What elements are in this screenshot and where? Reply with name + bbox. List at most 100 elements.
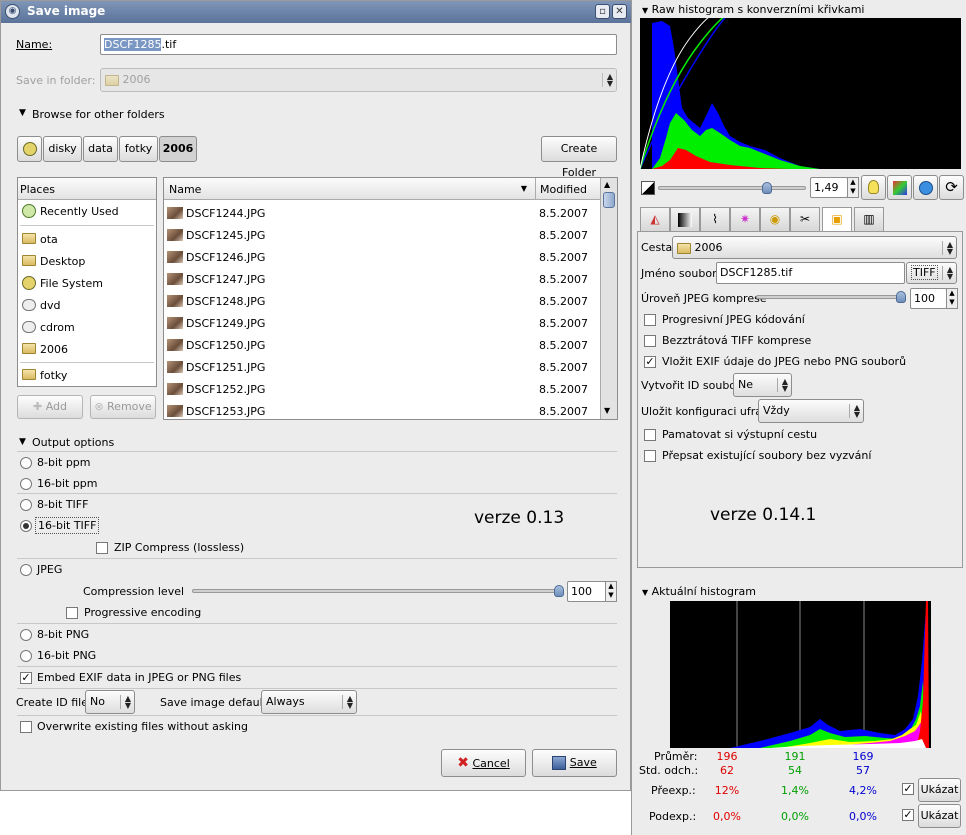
- output-options-expander[interactable]: Output options: [32, 436, 114, 449]
- jpeg-compression-slider[interactable]: [756, 295, 906, 299]
- compression-level-input[interactable]: 100: [567, 581, 607, 602]
- path-button-data[interactable]: data: [83, 136, 118, 162]
- lossless-tiff-checkbox[interactable]: [644, 335, 656, 347]
- cancel-button[interactable]: ✖ Cancel: [441, 749, 526, 777]
- remember-path-checkbox[interactable]: [644, 429, 656, 441]
- add-button[interactable]: ✚ Add: [17, 395, 83, 419]
- column-header-name[interactable]: Name ▼: [164, 178, 536, 200]
- clip-button[interactable]: [887, 175, 912, 200]
- compression-level-spinner[interactable]: ▲ ▼: [605, 581, 617, 602]
- file-row[interactable]: DSCF1250.JPG 8.5.2007: [165, 334, 601, 356]
- embed-exif-checkbox[interactable]: ✓: [20, 672, 32, 684]
- remove-button[interactable]: ⊗ Remove: [90, 395, 156, 419]
- file-row[interactable]: DSCF1246.JPG 8.5.2007: [165, 246, 601, 268]
- create-folder-button[interactable]: Create Folder: [541, 136, 617, 179]
- file-row[interactable]: DSCF1252.JPG 8.5.2007: [165, 378, 601, 400]
- exposure-spinner[interactable]: ▲ ▼: [847, 177, 859, 198]
- format-combo[interactable]: TIFF ▲ ▼: [906, 262, 957, 284]
- actual-histogram-header[interactable]: ▼ Aktuální histogram: [632, 585, 966, 601]
- file-row[interactable]: DSCF1251.JPG 8.5.2007: [165, 356, 601, 378]
- name-selected-text: DSCF1285: [104, 38, 162, 51]
- zip-compress-checkbox[interactable]: [96, 542, 108, 554]
- maximize-icon[interactable]: ▫: [595, 4, 610, 19]
- file-row[interactable]: DSCF1253.JPG 8.5.2007: [165, 400, 601, 422]
- path-button-disky[interactable]: disky: [43, 136, 82, 162]
- embed-exif-checkbox-right[interactable]: ✓: [644, 356, 656, 368]
- reset-button[interactable]: ⟳: [939, 175, 964, 200]
- create-id-combo-right[interactable]: Ne ▲ ▼: [733, 373, 792, 397]
- path-root-button[interactable]: [17, 136, 42, 162]
- disc-icon: [22, 321, 36, 333]
- save-in-folder-combo[interactable]: 2006 ▲ ▼: [100, 68, 617, 92]
- file-row[interactable]: DSCF1244.JPG 8.5.2007: [165, 202, 601, 224]
- tab-crop[interactable]: ✂: [790, 207, 820, 231]
- radio-16bit-ppm[interactable]: [20, 478, 32, 490]
- path-button-2006[interactable]: 2006: [159, 136, 197, 162]
- tab-curves[interactable]: ⌇: [700, 207, 730, 231]
- file-list-scrollbar[interactable]: ▲ ▼: [600, 178, 617, 419]
- tab-color[interactable]: ✷: [730, 207, 760, 231]
- separator: [17, 493, 617, 494]
- file-modified: 8.5.2007: [539, 251, 588, 264]
- compression-level-knob[interactable]: [554, 585, 564, 597]
- scroll-thumb[interactable]: [603, 192, 615, 208]
- save-defaults-combo[interactable]: Always ▲ ▼: [261, 690, 357, 714]
- radio-8bit-tiff[interactable]: [20, 499, 32, 511]
- places-header[interactable]: Places: [18, 178, 156, 200]
- raw-histogram-header[interactable]: ▼ Raw histogram s konverzními křivkami: [632, 3, 966, 19]
- radio-jpeg[interactable]: [20, 564, 32, 576]
- compression-level-slider[interactable]: [192, 589, 564, 593]
- progressive-encoding-checkbox[interactable]: [66, 607, 78, 619]
- radio-16bit-tiff[interactable]: [20, 520, 32, 532]
- save-button[interactable]: Save: [532, 749, 617, 777]
- expander-arrow-icon[interactable]: ▼: [19, 437, 26, 447]
- filename-input[interactable]: DSCF1285.tif: [716, 262, 905, 284]
- column-header-modified[interactable]: Modified: [536, 178, 600, 200]
- radio-8bit-ppm[interactable]: [20, 457, 32, 469]
- file-row[interactable]: DSCF1249.JPG 8.5.2007: [165, 312, 601, 334]
- show-overexp-checkbox[interactable]: ✓: [902, 783, 914, 795]
- create-id-combo[interactable]: No ▲ ▼: [85, 690, 135, 714]
- cesta-combo[interactable]: 2006 ▲ ▼: [672, 236, 957, 259]
- tab-gray[interactable]: [670, 207, 700, 231]
- jpeg-compression-knob[interactable]: [896, 291, 906, 303]
- show-underexp-button[interactable]: Ukázat: [918, 804, 961, 828]
- tab-save[interactable]: ▣: [822, 207, 852, 232]
- save-config-label: Uložit konfiguraci ufraw: [641, 405, 772, 418]
- file-row[interactable]: DSCF1248.JPG 8.5.2007: [165, 290, 601, 312]
- save-label: Save: [569, 756, 597, 769]
- opt-jpeg-label: JPEG: [37, 563, 63, 576]
- exposure-slider[interactable]: [658, 186, 806, 190]
- overwrite-checkbox[interactable]: [20, 721, 32, 733]
- restore-button[interactable]: [913, 175, 938, 200]
- overwrite-checkbox-right[interactable]: [644, 450, 656, 462]
- expander-arrow-icon: ▼: [642, 588, 649, 597]
- zip-compress-label: ZIP Compress (lossless): [114, 541, 245, 554]
- tab-lens[interactable]: ◉: [760, 207, 790, 231]
- radio-8bit-png[interactable]: [20, 629, 32, 641]
- jpeg-compression-input[interactable]: 100: [910, 288, 947, 309]
- tab-white-balance[interactable]: ◭: [640, 207, 670, 231]
- progressive-jpeg-checkbox[interactable]: [644, 314, 656, 326]
- close-icon[interactable]: ✕: [612, 4, 627, 19]
- file-modified: 8.5.2007: [539, 405, 588, 418]
- jpeg-compression-spinner[interactable]: ▲ ▼: [946, 288, 958, 309]
- show-underexp-checkbox[interactable]: ✓: [902, 809, 914, 821]
- window-menu-icon[interactable]: ◉: [5, 4, 20, 19]
- file-name: DSCF1244.JPG: [186, 207, 266, 220]
- file-row[interactable]: DSCF1245.JPG 8.5.2007: [165, 224, 601, 246]
- save-config-combo[interactable]: Vždy ▲ ▼: [758, 399, 864, 423]
- name-input[interactable]: DSCF1285.tif: [100, 34, 617, 55]
- scroll-up-icon[interactable]: ▲: [604, 180, 610, 189]
- exposure-input[interactable]: 1,49: [810, 177, 848, 198]
- auto-exposure-button[interactable]: [861, 175, 886, 200]
- show-overexp-button[interactable]: Ukázat: [918, 778, 961, 802]
- radio-16bit-png[interactable]: [20, 650, 32, 662]
- tab-exif[interactable]: ▥: [854, 207, 884, 231]
- scroll-down-icon[interactable]: ▼: [604, 406, 610, 415]
- file-row[interactable]: DSCF1247.JPG 8.5.2007: [165, 268, 601, 290]
- exposure-knob[interactable]: [761, 182, 772, 194]
- expander-arrow-icon[interactable]: ▼: [19, 108, 26, 118]
- browse-expander[interactable]: Browse for other folders: [32, 108, 165, 121]
- path-button-fotky[interactable]: fotky: [119, 136, 158, 162]
